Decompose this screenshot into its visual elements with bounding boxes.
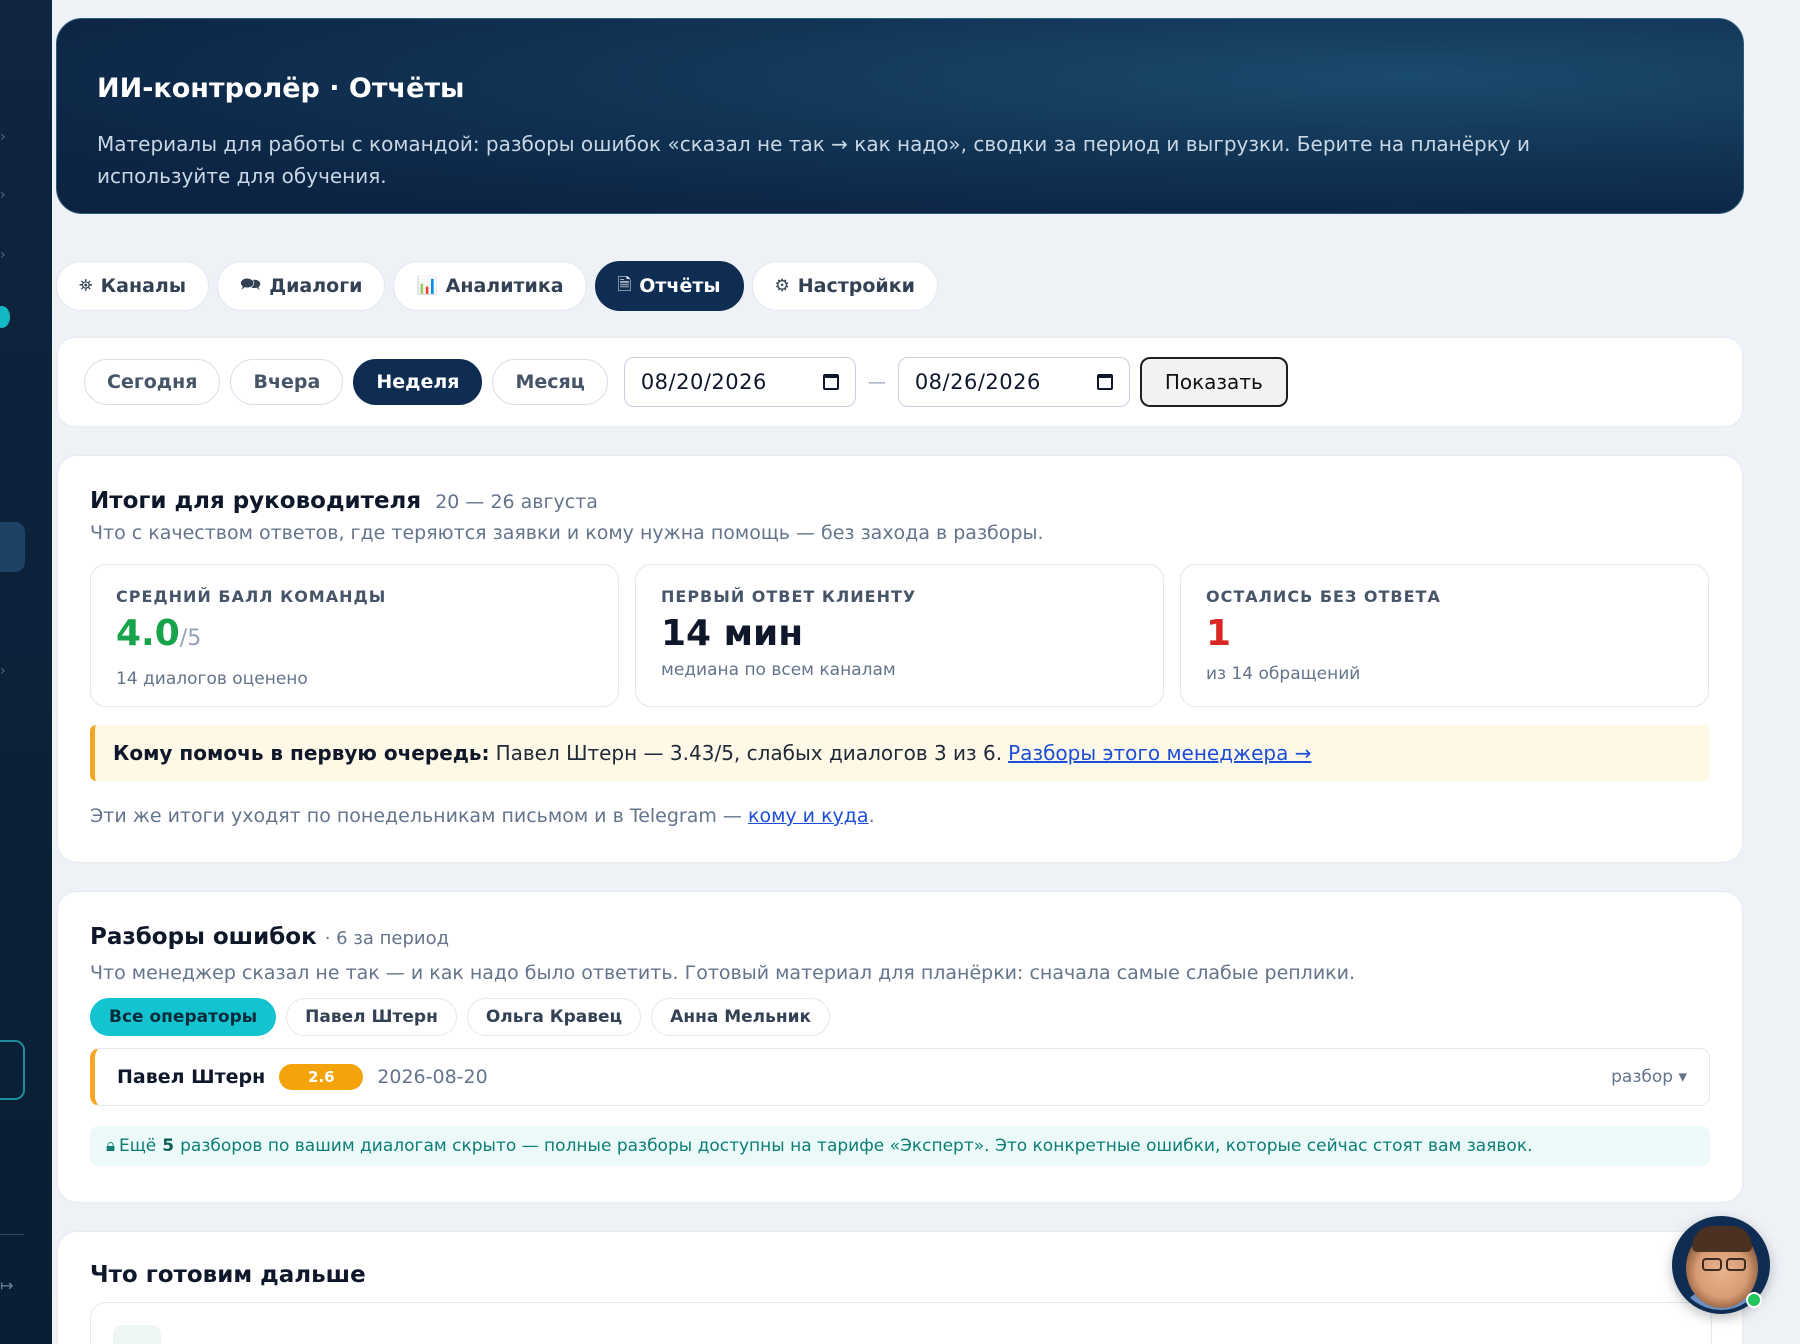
page-description: Материалы для работы с командой: разборы… (97, 132, 1530, 188)
footnote-text: Эти же итоги уходят по понедельникам пис… (90, 805, 742, 827)
kpi-value-suffix: /5 (179, 626, 202, 651)
date-from-value: 08/20/2026 (640, 370, 767, 394)
page-title: ИИ-контролёр · Отчёты (97, 73, 465, 104)
kpi-label: СРЕДНИЙ БАЛЛ КОМАНДЫ (116, 587, 387, 606)
date-separator: — (867, 371, 886, 393)
summary-range: 20 — 26 августа (435, 491, 598, 513)
period-month-button[interactable]: Месяц (492, 359, 608, 405)
locked-prefix: Ещё (119, 1136, 157, 1156)
gear-icon: ⚙ (774, 276, 790, 296)
kpi-value: 14 мин (661, 613, 804, 654)
period-today-button[interactable]: Сегодня (84, 359, 221, 405)
online-status-dot (1746, 1292, 1762, 1308)
score-badge: 2.6 (279, 1064, 364, 1090)
recipients-link[interactable]: кому и куда (748, 805, 869, 827)
footnote-end: . (868, 805, 875, 827)
review-date: 2026-08-20 (377, 1066, 488, 1088)
help-text: Павел Штерн — 3.43/5, слабых диалогов 3 … (495, 741, 1003, 765)
kpi-avg-score: СРЕДНИЙ БАЛЛ КОМАНДЫ 4.0/5 14 диалогов о… (90, 564, 619, 707)
error-reviews-card: Разборы ошибок · 6 за период Что менедже… (57, 891, 1743, 1203)
locked-text: разборов по вашим диалогам скрыто — полн… (180, 1136, 1533, 1156)
manager-reviews-link[interactable]: Разборы этого менеджера → (1008, 741, 1311, 765)
tab-settings[interactable]: ⚙ Настройки (751, 261, 938, 311)
operator-chip-all[interactable]: Все операторы (90, 998, 277, 1036)
summary-footnote: Эти же итоги уходят по понедельникам пис… (90, 805, 1710, 827)
locked-count: 5 (162, 1136, 175, 1156)
document-icon: 🗎 (617, 274, 632, 295)
sidebar-divider (0, 1234, 24, 1235)
tab-label: Каналы (100, 275, 187, 297)
kpi-unanswered: ОСТАЛИСЬ БЕЗ ОТВЕТА 1 из 14 обращений (1180, 564, 1709, 707)
logout-icon[interactable]: ↦ (0, 1276, 13, 1295)
avatar-glasses (1726, 1258, 1746, 1271)
operator-name: Павел Штерн (117, 1066, 266, 1088)
main-tabs: ⛯ Каналы 🗪 Диалоги 📊 Аналитика 🗎 Отчёты … (56, 261, 938, 311)
avatar-hair (1692, 1226, 1752, 1252)
tab-label: Отчёты (639, 275, 721, 297)
period-week-button[interactable]: Неделя (353, 359, 483, 405)
kpi-label: ПЕРВЫЙ ОТВЕТ КЛИЕНТУ (661, 587, 917, 606)
kpi-label: ОСТАЛИСЬ БЕЗ ОТВЕТА (1206, 587, 1441, 606)
kpi-first-response: ПЕРВЫЙ ОТВЕТ КЛИЕНТУ 14 мин медиана по в… (635, 564, 1164, 707)
help-lead: Кому помочь в первую очередь: (113, 741, 490, 765)
sidebar-item-highlight[interactable] (0, 1040, 25, 1100)
kpi-note: 14 диалогов оценено (116, 669, 308, 689)
operator-chip[interactable]: Анна Мельник (651, 998, 831, 1036)
summary-header: Итоги для руководителя 20 — 26 августа (90, 488, 1710, 514)
calendar-icon[interactable] (822, 374, 839, 390)
calendar-icon (113, 1325, 161, 1344)
errors-description: Что менеджер сказал не так — и как надо … (90, 962, 1356, 984)
chevron-right-icon[interactable]: › (0, 130, 10, 144)
upcoming-card: Что готовим дальше (57, 1231, 1743, 1344)
avatar-glasses (1702, 1258, 1722, 1271)
sidebar-item-active[interactable] (0, 522, 25, 572)
errors-title: Разборы ошибок (90, 924, 317, 950)
chevron-right-icon[interactable]: › (0, 188, 10, 202)
priority-help-banner: Кому помочь в первую очередь: Павел Штер… (90, 725, 1710, 781)
chevron-right-icon[interactable]: › (0, 664, 10, 678)
expand-review-toggle[interactable]: разбор ▾ (1611, 1067, 1687, 1087)
period-yesterday-button[interactable]: Вчера (230, 359, 344, 405)
hero-banner: ИИ-контролёр · Отчёты Материалы для рабо… (56, 18, 1744, 214)
date-from-input[interactable]: 08/20/2026 (623, 357, 856, 407)
upcoming-title: Что готовим дальше (90, 1262, 366, 1288)
tab-channels[interactable]: ⛯ Каналы (56, 261, 210, 311)
network-icon: ⛯ (79, 276, 93, 296)
tab-dialogs[interactable]: 🗪 Диалоги (217, 261, 386, 311)
tab-label: Настройки (797, 275, 915, 297)
tab-reports[interactable]: 🗎 Отчёты (594, 261, 744, 311)
errors-header: Разборы ошибок · 6 за период (90, 924, 1710, 950)
tab-analytics[interactable]: 📊 Аналитика (393, 261, 587, 311)
sidebar: › › › › ↦ (0, 0, 52, 1344)
summary-title: Итоги для руководителя (90, 488, 422, 514)
date-to-input[interactable]: 08/26/2026 (897, 357, 1130, 407)
calendar-icon[interactable] (1096, 374, 1113, 390)
summary-description: Что с качеством ответов, где теряются за… (90, 522, 1044, 544)
bar-chart-icon: 📊 (416, 276, 438, 296)
sidebar-active-indicator (0, 306, 10, 328)
errors-count: · 6 за период (324, 928, 450, 949)
date-to-value: 08/26/2026 (914, 370, 1041, 394)
show-button[interactable]: Показать (1139, 357, 1288, 407)
kpi-note: медиана по всем каналам (661, 660, 896, 680)
error-review-row[interactable]: Павел Штерн 2.6 2026-08-20 разбор ▾ (90, 1048, 1710, 1106)
operator-chip[interactable]: Ольга Кравец (466, 998, 642, 1036)
locked-reviews-notice: 🔒︎ Ещё 5 разборов по вашим диалогам скры… (90, 1126, 1710, 1166)
operator-filter: Все операторы Павел Штерн Ольга Кравец А… (90, 998, 1710, 1036)
upcoming-item (90, 1302, 1712, 1344)
kpi-value: 1 (1206, 613, 1232, 654)
operator-chip[interactable]: Павел Штерн (286, 998, 457, 1036)
kpi-value-number: 4.0 (116, 613, 180, 654)
chevron-right-icon[interactable]: › (0, 248, 10, 262)
kpi-value: 4.0/5 (116, 612, 593, 661)
lock-icon: 🔒︎ (106, 1136, 116, 1156)
summary-card: Итоги для руководителя 20 — 26 августа Ч… (57, 455, 1743, 863)
tab-label: Аналитика (445, 275, 564, 297)
kpi-note: из 14 обращений (1206, 664, 1361, 684)
chat-icon: 🗪 (240, 274, 262, 295)
tab-label: Диалоги (269, 275, 363, 297)
kpi-row: СРЕДНИЙ БАЛЛ КОМАНДЫ 4.0/5 14 диалогов о… (90, 564, 1710, 707)
period-filter: Сегодня Вчера Неделя Месяц 08/20/2026 — … (57, 337, 1743, 427)
